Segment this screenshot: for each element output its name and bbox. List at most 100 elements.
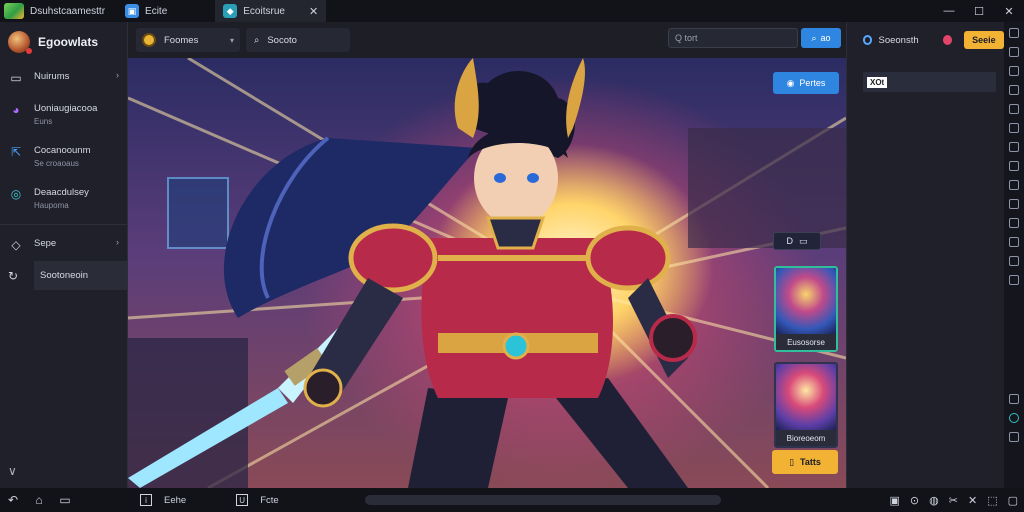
sidebar-item-compass[interactable]: ◎ Deaacdulsey Haupoma <box>0 178 127 220</box>
avatar <box>8 31 32 54</box>
folder-icon[interactable] <box>1009 123 1019 133</box>
sidebar-item-sub: Se croaoaus <box>34 159 79 168</box>
upgrade-button[interactable]: Seeie <box>963 31 1004 49</box>
game-viewport[interactable]: ◉ Pertes D ▭ Eusosorse Bioreoeom ▯ Tatts <box>128 58 846 488</box>
sidebar-item-share[interactable]: ⇱ Cocanoounm Se croaoaus <box>0 136 127 178</box>
bottom-item[interactable]: i Eehe <box>140 494 186 506</box>
bottom-tools: ▣ ⊙ ◍ ✂ ✕ ⬚ ▢ <box>890 488 1018 512</box>
brand[interactable]: Egoowlats <box>0 22 127 62</box>
refresh-icon: ↻ <box>8 268 19 283</box>
sidebar-item-text: Cocanoounm Se croaoaus <box>34 144 91 170</box>
search-tab-label: Socoto <box>267 34 297 46</box>
recent-apps-icon[interactable]: ▭ <box>52 493 78 507</box>
rotate-icon[interactable] <box>1009 142 1019 152</box>
keyboard-icon[interactable] <box>1009 66 1019 76</box>
more-icon[interactable] <box>1009 432 1019 442</box>
eco-icon[interactable] <box>1009 237 1019 247</box>
app-icon: U <box>236 494 249 506</box>
action-button[interactable]: ▯ Tatts <box>772 450 838 474</box>
ticket-icon: ▯ <box>789 456 795 467</box>
info-icon: i <box>140 494 152 506</box>
settings-icon[interactable] <box>1009 275 1019 285</box>
notification-icon[interactable] <box>942 35 952 45</box>
search-input[interactable]: Q tort <box>668 28 798 48</box>
toggle-chip[interactable]: D ▭ <box>773 232 821 250</box>
scissors-icon[interactable]: ✂ <box>949 494 958 507</box>
game-tab-icon: ◆ <box>223 4 238 18</box>
chevron-down-icon: ▾ <box>229 35 234 45</box>
fullscreen-icon[interactable] <box>1009 28 1019 38</box>
search-tab[interactable]: ⌕ Socoto <box>246 28 350 52</box>
chevron-right-icon: › <box>116 237 119 247</box>
location-icon[interactable] <box>1009 180 1019 190</box>
maximize-icon[interactable]: ☐ <box>964 0 994 22</box>
tab-game[interactable]: ◆ Ecoitsrue ✕ <box>215 0 327 22</box>
game-controls-icon[interactable]: ⊙ <box>910 494 919 507</box>
divider <box>0 224 127 225</box>
diamond-icon: ◇ <box>11 238 21 252</box>
multi-instance-icon[interactable] <box>1009 256 1019 266</box>
macro-icon[interactable] <box>1009 199 1019 209</box>
home-icon[interactable]: ⌂ <box>26 493 52 507</box>
left-sidebar: Egoowlats ▭ Nuirums › ◕ Uoniaugiacooa Eu… <box>0 22 128 488</box>
search-icon: ⌕ <box>254 34 260 46</box>
title-bar: Dsuhstcaamesttr ▣ Ecite ◆ Ecoitsrue ✕ — … <box>0 0 1024 22</box>
sidebar-item-sootoneoin[interactable]: Sootoneoin <box>34 261 127 290</box>
shake-icon[interactable] <box>1009 161 1019 171</box>
sidebar-item-library[interactable]: ▭ Nuirums › <box>0 62 127 94</box>
share-icon: ⇱ <box>10 145 22 159</box>
sidebar-item-sub: Haupoma <box>34 201 69 210</box>
main-toolbar: Foomes ▾ ⌕ Socoto Q tort ⌕ ao <box>128 22 846 58</box>
minimize-icon[interactable]: — <box>934 0 964 22</box>
play-button-label: Pertes <box>799 78 826 88</box>
help-icon[interactable] <box>1009 394 1019 404</box>
fps-icon[interactable]: ▣ <box>890 494 900 507</box>
hero-artwork <box>128 58 846 488</box>
chevron-right-icon: › <box>116 70 119 80</box>
collapse-icon[interactable]: ∨ <box>8 464 17 478</box>
app-logo-icon <box>4 3 24 19</box>
sidebar-item-label: Cocanoounm <box>34 145 91 156</box>
bottom-item[interactable]: U Fcte <box>236 494 279 506</box>
record-icon[interactable] <box>1009 104 1019 114</box>
close-window-icon[interactable]: ✕ <box>994 0 1024 22</box>
search-button-label: ao <box>820 33 831 43</box>
gamepad-icon[interactable]: ◍ <box>929 494 939 507</box>
sidebar-item-label: Uoniaugiacooa <box>34 103 98 114</box>
play-button[interactable]: ◉ Pertes <box>773 72 839 94</box>
sidebar-item-sepe[interactable]: ◇ Sepe › <box>0 229 127 261</box>
cards-icon: ◕ <box>12 103 20 117</box>
sidebar-item-text: Deaacdulsey Haupoma <box>34 186 89 212</box>
character-card[interactable]: Eusosorse <box>774 266 838 352</box>
account-icon <box>863 35 873 45</box>
tab-home[interactable]: ▣ Ecite <box>117 0 175 22</box>
camera-icon[interactable]: ⬚ <box>987 494 997 507</box>
back-icon[interactable]: ↶ <box>0 493 26 507</box>
coin-dropdown[interactable]: Foomes ▾ <box>136 28 240 52</box>
search-button[interactable]: ⌕ ao <box>801 28 841 48</box>
tab-label: Ecoitsrue <box>243 5 285 17</box>
horizontal-scrollbar[interactable] <box>365 495 721 505</box>
sidebar-item-label: Deaacdulsey <box>34 187 89 198</box>
dropdown-label: Foomes <box>164 34 199 46</box>
right-panel: Soeonsth Seeie XOt <box>846 22 1004 488</box>
panel-field[interactable]: XOt <box>863 72 996 92</box>
volume-icon[interactable] <box>1009 47 1019 57</box>
search-icon: ⌕ <box>811 32 817 43</box>
close-tab-icon[interactable]: ✕ <box>309 5 318 18</box>
assistant-icon[interactable] <box>1009 413 1019 423</box>
play-icon: ◉ <box>786 77 795 88</box>
app-title: Dsuhstcaamesttr <box>30 5 106 17</box>
character-card[interactable]: Bioreoeom <box>774 362 838 448</box>
right-panel-header: Soeonsth Seeie <box>847 22 1004 58</box>
sidebar-item-label: Sootoneoin <box>40 270 89 281</box>
coin-icon <box>142 33 156 47</box>
chat-icon[interactable]: ▢ <box>1008 494 1018 507</box>
sidebar-row: ↻ Sootoneoin <box>0 261 127 290</box>
action-button-label: Tatts <box>800 457 821 467</box>
sync-icon[interactable] <box>1009 218 1019 228</box>
account-link[interactable]: Soeonsth <box>878 35 918 46</box>
screenshot-icon[interactable] <box>1009 85 1019 95</box>
expand-icon[interactable]: ✕ <box>968 494 977 507</box>
sidebar-item-cards[interactable]: ◕ Uoniaugiacooa Euns <box>0 94 127 136</box>
